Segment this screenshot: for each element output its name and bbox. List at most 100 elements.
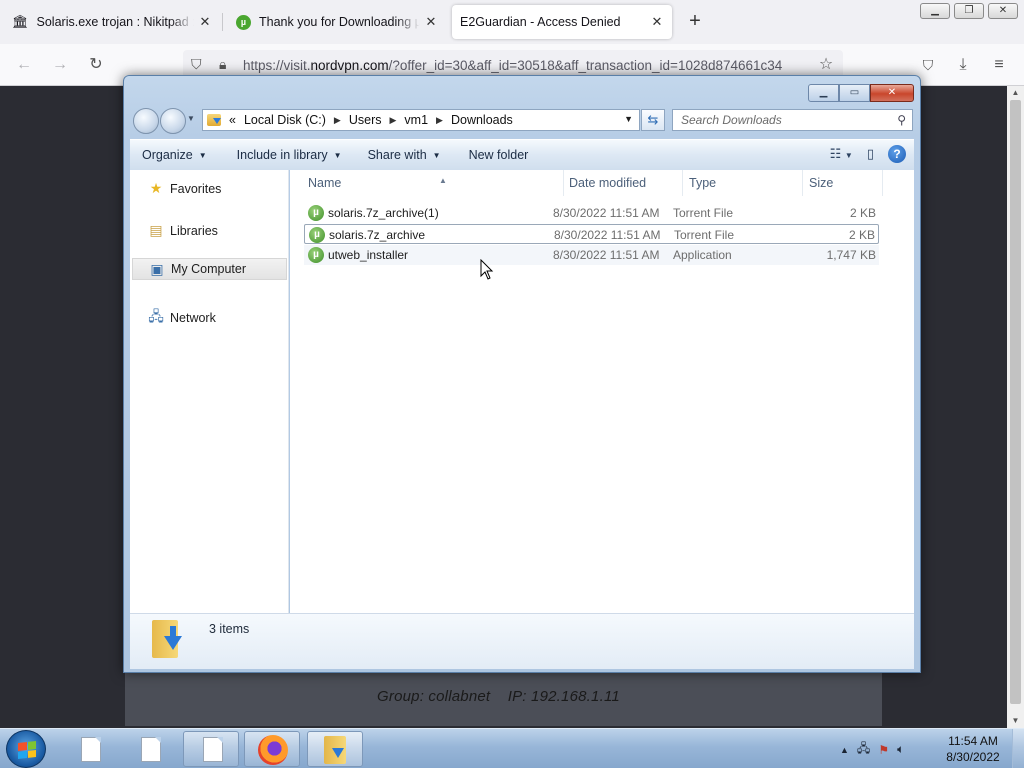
clock-time: 11:54 AM [948,734,998,748]
show-desktop-button[interactable] [1012,729,1024,768]
search-icon[interactable]: ⚲ [897,113,906,127]
taskbar-document-button[interactable] [61,731,117,767]
dropdown-arrow-icon: ▼ [432,150,441,160]
lock-icon[interactable]: 🔒︎ [219,56,226,73]
column-header-date-modified[interactable]: Date modified [563,170,683,196]
explorer-window: ▁ ▭ ✕ ▼ « Local Disk (C:) ▶ Users ▶ vm1 … [123,75,921,673]
preview-pane-icon[interactable]: ▯ [867,146,874,162]
pocket-icon[interactable]: ⛉ [916,53,940,77]
network-icon: 🖧 [148,308,164,324]
breadcrumb-overflow-icon[interactable]: « [229,113,236,127]
tab-close-icon[interactable]: ✕ [198,14,212,30]
breadcrumb-chevron-icon[interactable]: ▶ [390,115,397,126]
volume-icon[interactable]: 🔈︎ [897,742,904,757]
file-size: 2 KB [849,206,876,220]
item-count: 3 items [209,622,250,636]
dropdown-arrow-icon: ▼ [333,150,342,160]
change-view-icon[interactable]: ☷ ▼ [830,146,853,162]
column-header-label: Date modified [569,176,647,190]
network-status-icon[interactable]: 🖧 [857,739,870,760]
file-name: utweb_installer [328,248,409,262]
tab-divider [222,13,223,31]
search-box[interactable]: ⚲ [672,109,913,131]
taskbar: ▲ 🖧 ⚑ 🔈︎ 11:54 AM 8/30/2022 [0,728,1024,768]
column-header-size[interactable]: Size [803,170,883,196]
breadcrumb-chevron-icon[interactable]: ▶ [334,115,341,126]
dropdown-arrow-icon: ▼ [198,150,207,160]
url-path: /?offer_id=30&aff_id=30518&aff_transacti… [388,57,783,73]
address-dropdown-icon[interactable]: ▼ [624,114,633,124]
column-header-name[interactable]: Name ▲ [302,170,564,196]
tracking-shield-icon[interactable]: ⛉ [191,56,202,73]
breadcrumb-downloads[interactable]: Downloads [451,113,513,127]
scroll-down-arrow-icon[interactable]: ▼ [1007,714,1024,728]
file-row[interactable]: µ utweb_installer 8/30/2022 11:51 AM App… [304,245,879,265]
system-tray: ▲ 🖧 ⚑ 🔈︎ [840,739,904,760]
start-button[interactable] [6,730,46,768]
bookmark-star-icon[interactable]: ☆ [814,53,838,77]
search-input[interactable] [681,113,881,127]
action-center-flag-icon[interactable]: ⚑ [878,743,889,757]
new-tab-plus-icon[interactable]: + [684,10,706,34]
file-list-pane: Name ▲ Date modified Type Size µ solaris… [290,170,914,613]
show-hidden-icons-icon[interactable]: ▲ [840,745,849,755]
nav-item-network[interactable]: 🖧 Network [148,306,216,330]
mouse-cursor-icon [480,259,494,280]
explorer-forward-button[interactable] [160,108,186,134]
refresh-icon[interactable]: ⇆ [641,109,665,131]
hamburger-menu-icon[interactable]: ≡ [987,53,1011,77]
share-with-button[interactable]: Share with ▼ [368,148,441,162]
windows-logo-icon [18,741,36,759]
organize-button[interactable]: Organize ▼ [142,148,207,162]
clock[interactable]: 11:54 AM 8/30/2022 [940,733,1006,765]
taskbar-document-button[interactable] [121,731,177,767]
back-arrow-icon[interactable]: ← [12,53,36,77]
reload-icon[interactable]: ↻ [84,53,108,77]
scroll-up-arrow-icon[interactable]: ▲ [1007,86,1024,100]
breadcrumb-vm1[interactable]: vm1 [404,113,428,127]
file-type: Application [673,248,732,262]
maximize-icon[interactable]: ▭ [839,84,870,102]
scrollbar-thumb[interactable] [1010,100,1021,704]
nav-item-label: Network [170,311,216,325]
nav-item-libraries[interactable]: ▤ Libraries [148,222,218,239]
explorer-back-button[interactable] [133,108,159,134]
forward-arrow-icon[interactable]: → [48,53,72,77]
tab-utorrent-download[interactable]: µ Thank you for Downloading µTorrent ✕ [228,5,446,39]
tab-solaris-trojan[interactable]: 🏛 Solaris.exe trojan : Nikitpad : Free ✕ [4,5,220,39]
file-row[interactable]: µ solaris.7z_archive(1) 8/30/2022 11:51 … [304,203,879,223]
minimize-icon[interactable]: ▁ [808,84,839,102]
breadcrumb-users[interactable]: Users [349,113,382,127]
tab-close-icon[interactable]: ✕ [650,14,664,30]
address-bar[interactable]: « Local Disk (C:) ▶ Users ▶ vm1 ▶ Downlo… [202,109,640,131]
tab-e2guardian-access-denied[interactable]: E2Guardian - Access Denied ✕ [452,5,672,39]
taskbar-firefox-button[interactable] [244,731,300,767]
restore-icon[interactable]: ❐ [954,3,984,19]
include-in-library-button[interactable]: Include in library ▼ [237,148,342,162]
archive-building-icon: 🏛 [12,14,29,29]
download-icon[interactable]: ⤓ [951,53,975,77]
file-row[interactable]: µ solaris.7z_archive 8/30/2022 11:51 AM … [304,224,879,244]
file-date: 8/30/2022 11:51 AM [553,248,660,262]
downloads-folder-icon [150,620,184,662]
taskbar-document-button[interactable] [183,731,239,767]
column-header-type[interactable]: Type [683,170,803,196]
clock-date: 8/30/2022 [946,750,1000,764]
group-ip-info: Group: collabnet IP: 192.168.1.11 [377,688,620,705]
tab-close-icon[interactable]: ✕ [424,14,438,30]
url-text[interactable]: https://visit.nordvpn.com/?offer_id=30&a… [243,58,803,73]
help-icon[interactable]: ? [888,145,906,163]
nav-item-my-computer[interactable]: ▣ My Computer [132,258,287,280]
close-icon[interactable]: ✕ [988,3,1018,19]
view-controls: ☷ ▼ ▯ ? [830,145,906,163]
taskbar-explorer-button[interactable] [307,731,363,767]
new-folder-button[interactable]: New folder [469,148,529,162]
column-header-label: Name [308,176,342,190]
nav-item-favorites[interactable]: ★ Favorites [148,180,222,197]
breadcrumb-local-disk[interactable]: Local Disk (C:) [244,113,326,127]
minimize-icon[interactable]: ▁ [920,3,950,19]
recent-pages-chevron-icon[interactable]: ▼ [187,114,195,123]
close-icon[interactable]: ✕ [870,84,914,102]
document-icon [81,737,101,762]
breadcrumb-chevron-icon[interactable]: ▶ [436,115,443,126]
